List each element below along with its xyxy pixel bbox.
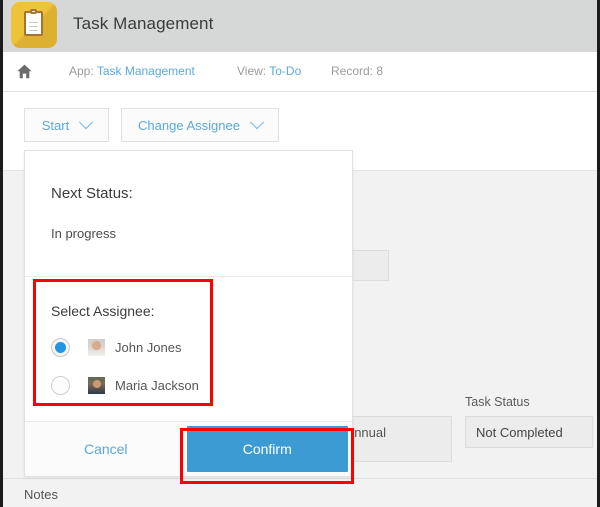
change-assignee-button[interactable]: Change Assignee <box>121 108 279 142</box>
chevron-down-icon <box>79 115 93 129</box>
breadcrumb-item-app[interactable]: App: Task Management <box>69 64 195 78</box>
start-button-label: Start <box>42 118 69 133</box>
breadcrumb-item-view[interactable]: View: To-Do <box>237 64 301 78</box>
change-assignee-popup: Next Status: In progress Select Assignee… <box>24 150 353 477</box>
next-status-label: Next Status: <box>51 185 352 202</box>
assignee-name: Maria Jackson <box>115 378 199 393</box>
clipboard-clip <box>30 9 37 14</box>
action-bar: Start Change Assignee <box>3 92 597 150</box>
avatar <box>88 377 105 394</box>
assignee-option-maria-jackson[interactable]: Maria Jackson <box>51 376 352 395</box>
next-status-value: In progress <box>51 226 352 241</box>
breadcrumb-app-link[interactable]: Task Management <box>97 64 195 78</box>
confirm-button[interactable]: Confirm <box>187 426 349 472</box>
avatar <box>88 339 105 356</box>
chevron-down-icon <box>250 115 264 129</box>
cancel-button[interactable]: Cancel <box>25 422 187 476</box>
select-assignee-section: Select Assignee: John Jones Maria Jackso… <box>25 277 352 422</box>
change-assignee-label: Change Assignee <box>138 118 240 133</box>
radio-john-jones[interactable] <box>51 338 70 357</box>
breadcrumb-app-prefix: App: <box>69 64 97 78</box>
radio-maria-jackson[interactable] <box>51 376 70 395</box>
assignee-option-john-jones[interactable]: John Jones <box>51 338 352 357</box>
divider <box>3 478 597 479</box>
notes-label: Notes <box>24 487 58 502</box>
clipboard-glyph <box>24 11 43 36</box>
breadcrumb: App: Task Management View: To-Do Record:… <box>3 52 597 92</box>
record-small-field[interactable] <box>351 250 389 281</box>
app-window: Task Management App: Task Management Vie… <box>0 0 600 507</box>
assignee-name: John Jones <box>115 340 182 355</box>
page-title: Task Management <box>73 14 213 34</box>
start-button[interactable]: Start <box>24 108 109 142</box>
task-status-value: Not Completed <box>465 416 593 448</box>
breadcrumb-view-prefix: View: <box>237 64 269 78</box>
breadcrumb-item-record: Record: 8 <box>331 64 383 78</box>
popup-actions: Cancel Confirm <box>25 422 352 476</box>
app-header: Task Management <box>3 0 597 52</box>
clipboard-icon <box>11 2 57 48</box>
select-assignee-label: Select Assignee: <box>51 303 352 319</box>
home-icon[interactable] <box>16 63 33 80</box>
next-status-section: Next Status: In progress <box>25 151 352 277</box>
task-status-label: Task Status <box>465 395 530 409</box>
breadcrumb-view-link[interactable]: To-Do <box>269 64 301 78</box>
